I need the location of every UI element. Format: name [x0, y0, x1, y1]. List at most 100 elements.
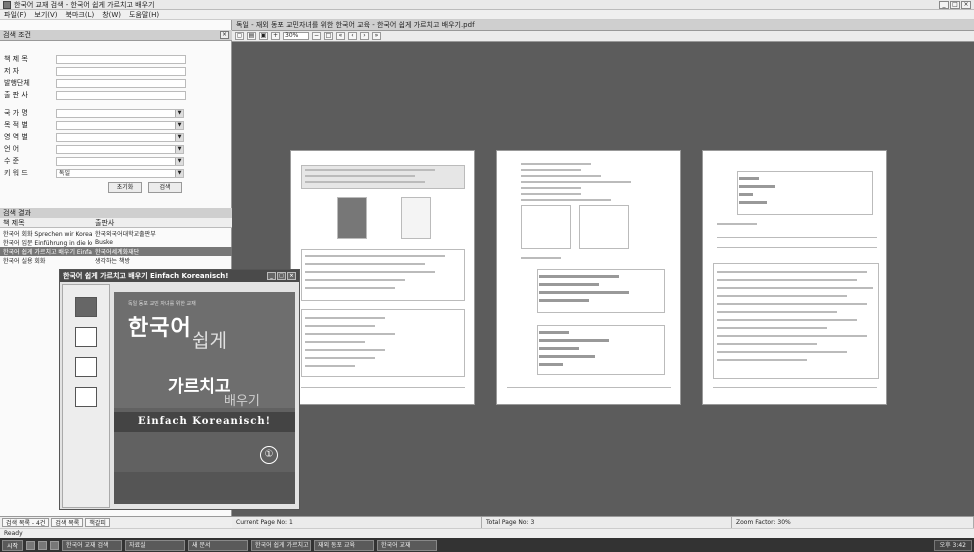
browser-icon[interactable] — [38, 540, 48, 550]
minimize-button[interactable]: _ — [267, 272, 276, 280]
table-row-selected[interactable]: 한국어 쉽게 가르치고 배우기 Einfach Koreanisch!한국어세계… — [0, 247, 232, 256]
table-row[interactable]: 한국어 입문 Einführung in die korea...Buske — [0, 238, 232, 247]
area-select[interactable]: ▼ — [56, 132, 184, 142]
table-row[interactable]: 한국어 회화 Sprechen wir Koreanisch한국외국어대학교출판… — [0, 229, 232, 238]
explorer-icon[interactable] — [50, 540, 60, 550]
chevron-down-icon[interactable]: ▼ — [175, 145, 183, 153]
publisher-input[interactable] — [56, 90, 186, 100]
app-icon — [3, 0, 11, 9]
keyword-select[interactable]: 독일 ▼ — [56, 168, 184, 178]
total-page-status: Total Page No: 3 — [482, 517, 732, 528]
field-label: 수 준 — [4, 157, 20, 165]
document-tab[interactable]: 독일 - 재외 동포 교민자녀를 위한 한국어 교육 - 한국어 쉽게 가르치고… — [232, 20, 974, 31]
taskbar-item[interactable]: 자료실 — [125, 539, 186, 551]
cover-title-line-3: 가르치고 — [168, 377, 231, 397]
menu-help[interactable]: 도움말(H) — [129, 10, 159, 20]
cover-preview-titlebar[interactable]: 한국어 쉽게 가르치고 배우기 Einfach Koreanisch! _ □ … — [60, 270, 299, 282]
organization-input[interactable] — [56, 78, 186, 88]
country-select[interactable]: ▼ — [56, 108, 184, 118]
chevron-down-icon[interactable]: ▼ — [175, 157, 183, 165]
field-label: 목 적 별 — [4, 121, 28, 129]
menu-file[interactable]: 파일(F) — [4, 10, 26, 20]
thumbnail-page-1[interactable] — [75, 297, 97, 317]
table-row[interactable]: 한국어 실용 회화 생각하는 책방 — [0, 256, 232, 265]
minimize-button[interactable]: _ — [939, 0, 949, 9]
next-page-icon[interactable]: › — [360, 32, 369, 40]
pdf-page-1[interactable] — [290, 150, 475, 405]
results-header-row: 책 제목 출판사 — [0, 218, 232, 228]
field-label: 책 제 목 — [4, 55, 28, 63]
title-input[interactable] — [56, 54, 186, 64]
cover-title-german: Einfach Koreanisch! — [137, 416, 271, 427]
field-purpose: 목 적 별 ▼ — [4, 120, 184, 130]
thumbnail-page-2[interactable] — [75, 327, 97, 347]
maximize-button[interactable]: □ — [950, 0, 960, 9]
author-input[interactable] — [56, 66, 186, 76]
print-icon[interactable]: ▤ — [247, 32, 256, 40]
column-header-publisher[interactable]: 출판사 — [92, 218, 232, 227]
close-button[interactable]: × — [961, 0, 971, 9]
tab-search-list[interactable]: 검색 목록 — [51, 518, 84, 527]
thumbnail-page-3[interactable] — [75, 357, 97, 377]
tab-search-list-count[interactable]: 검색 목록 - 4건 — [2, 518, 50, 527]
chevron-down-icon[interactable]: ▼ — [175, 133, 183, 141]
pdf-page-3[interactable] — [702, 150, 887, 405]
zoom-select[interactable]: 30% — [283, 32, 309, 40]
close-icon[interactable]: × — [220, 31, 229, 39]
chevron-down-icon[interactable]: ▼ — [175, 121, 183, 129]
column-header-title[interactable]: 책 제목 — [0, 218, 92, 227]
cover-title-line-2: 쉽게 — [192, 330, 227, 352]
cover-volume-number: ① — [260, 446, 278, 464]
search-panel: 검색 조건 × 책 제 목 저 자 발행단체 출 판 사 국 가 명 ▼ 목 적 … — [0, 20, 232, 193]
field-label: 영 역 별 — [4, 133, 28, 141]
zoom-in-icon[interactable]: + — [271, 32, 280, 40]
chevron-down-icon[interactable]: ▼ — [175, 169, 183, 177]
taskbar-item[interactable]: 한국어 교재 검색 — [62, 539, 123, 551]
save-icon[interactable]: ▣ — [259, 32, 268, 40]
close-button[interactable]: × — [287, 272, 296, 280]
menu-window[interactable]: 창(W) — [102, 10, 121, 20]
taskbar-item[interactable]: 한국어 쉽게 가르치고 배우기 — [251, 539, 312, 551]
field-title: 책 제 목 — [4, 54, 186, 64]
current-page-status: Current Page No: 1 — [232, 517, 482, 528]
book-cover: 독일 동포 교민 자녀를 위한 교재 한국어 쉽게 가르치고 배우기 Einfa… — [114, 292, 295, 504]
field-publisher: 출 판 사 — [4, 90, 186, 100]
title-bar: 한국어 교재 검색 - 한국어 쉽게 가르치고 배우기 _ □ × — [0, 0, 974, 10]
last-page-icon[interactable]: » — [372, 32, 381, 40]
zoom-status: Zoom Factor: 30% — [732, 517, 974, 528]
level-select[interactable]: ▼ — [56, 156, 184, 166]
reset-button[interactable]: 초기화 — [108, 182, 142, 193]
language-select[interactable]: ▼ — [56, 144, 184, 154]
taskbar-item[interactable]: 재외 동포 교육 — [314, 539, 375, 551]
row-publisher: 한국외국어대학교출판부 — [95, 231, 156, 238]
first-page-icon[interactable]: « — [336, 32, 345, 40]
taskbar-item[interactable]: 한국어 교재 — [377, 539, 438, 551]
desktop-icon[interactable] — [26, 540, 36, 550]
field-label: 저 자 — [4, 67, 20, 75]
purpose-select[interactable]: ▼ — [56, 120, 184, 130]
prev-page-icon[interactable]: ‹ — [348, 32, 357, 40]
taskbar-item[interactable]: 새 문서 — [188, 539, 249, 551]
row-publisher: 생각하는 책방 — [95, 258, 131, 265]
field-label: 언 어 — [4, 145, 20, 153]
thumbnail-page-4[interactable] — [75, 387, 97, 407]
chevron-down-icon[interactable]: ▼ — [175, 109, 183, 117]
maximize-button[interactable]: □ — [277, 272, 286, 280]
thumbnail-list — [62, 284, 110, 508]
menu-view[interactable]: 보기(V) — [34, 10, 57, 20]
app-window: 한국어 교재 검색 - 한국어 쉽게 가르치고 배우기 _ □ × 파일(F) … — [0, 0, 974, 552]
cover-subtitle: 독일 동포 교민 자녀를 위한 교재 — [128, 301, 196, 307]
app-status-bar: Ready — [0, 528, 974, 538]
row-publisher: Buske — [95, 239, 113, 246]
field-country: 국 가 명 ▼ — [4, 108, 184, 118]
fit-page-icon[interactable]: □ — [324, 32, 333, 40]
menu-bookmark[interactable]: 북마크(L) — [66, 10, 95, 20]
pdf-page-2[interactable] — [496, 150, 681, 405]
open-icon[interactable]: ▢ — [235, 32, 244, 40]
tab-bookmarks[interactable]: 책갈피 — [85, 518, 110, 527]
start-button[interactable]: 시작 — [2, 539, 24, 551]
field-language: 언 어 ▼ — [4, 144, 184, 154]
menu-bar: 파일(F) 보기(V) 북마크(L) 창(W) 도움말(H) — [0, 10, 974, 20]
zoom-out-icon[interactable]: − — [312, 32, 321, 40]
search-button[interactable]: 검색 — [148, 182, 182, 193]
